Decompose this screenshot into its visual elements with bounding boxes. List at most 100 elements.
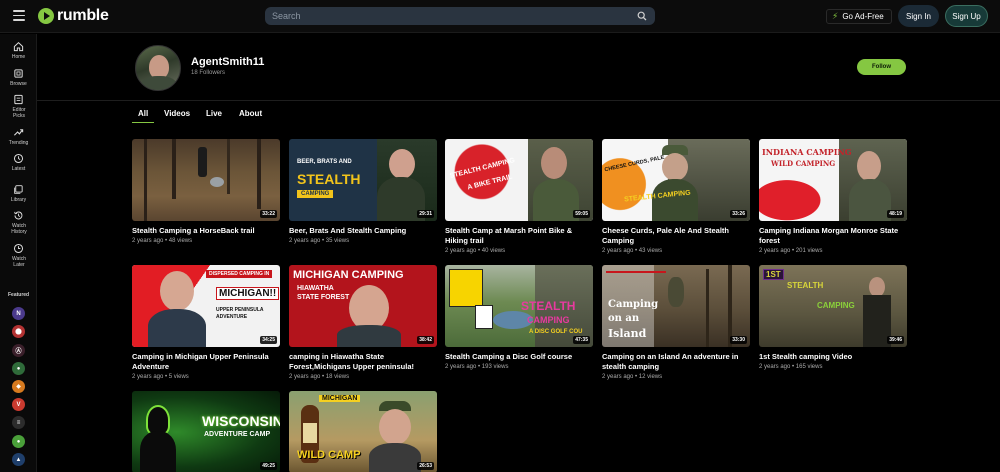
active-tab-indicator <box>132 122 154 123</box>
video-title[interactable]: Camping Indiana Morgan Monroe State fores… <box>759 226 907 246</box>
tab-videos[interactable]: Videos <box>164 109 190 118</box>
sidebar-item-watch-history[interactable]: Watch History <box>0 210 37 235</box>
video-title[interactable]: Cheese Curds, Pale Ale And Stealth Campin… <box>602 226 750 246</box>
tab-all[interactable]: All <box>138 109 148 118</box>
video-card[interactable]: MICHIGAN WILD CAMP 26:53 <box>289 391 437 472</box>
search-icon[interactable] <box>633 7 651 25</box>
featured-channel-avatar[interactable]: ● <box>12 435 25 448</box>
video-thumbnail[interactable]: Camping on an Island 33:30 <box>602 265 750 347</box>
sidebar-item-library[interactable]: Library <box>0 184 37 203</box>
search-bar <box>265 7 655 25</box>
video-title[interactable]: camping in Hiawatha State Forest,Michigan… <box>289 352 437 372</box>
video-thumbnail[interactable]: MICHIGAN CAMPING HIAWATHA STATE FOREST 3… <box>289 265 437 347</box>
video-thumbnail[interactable]: CHEESE CURDS, PALE STEALTH CAMPING 33:26 <box>602 139 750 221</box>
video-duration: 49:25 <box>260 462 277 470</box>
video-title[interactable]: Camping on an Island An adventure in stea… <box>602 352 750 372</box>
video-card[interactable]: STEALTH CAMPING A DISC GOLF COU 47:35 St… <box>445 265 593 372</box>
editor-picks-icon <box>14 94 23 105</box>
video-duration: 26:53 <box>417 462 434 470</box>
video-meta: 2 years ago • 201 views <box>759 248 823 254</box>
sidebar-item-editor-picks[interactable]: Editor Picks <box>0 94 37 119</box>
video-card[interactable]: WISCONSIN ADVENTURE CAMP 49:25 <box>132 391 280 472</box>
search-input[interactable] <box>265 11 633 21</box>
video-meta: 2 years ago • 165 views <box>759 364 823 370</box>
home-icon <box>13 41 24 52</box>
featured-channel-avatar[interactable]: V <box>12 398 25 411</box>
go-ad-free-label: Go Ad-Free <box>842 12 884 21</box>
history-icon <box>14 211 23 220</box>
featured-channel-avatar[interactable]: ◆ <box>12 380 25 393</box>
go-ad-free-button[interactable]: ⚡ Go Ad-Free <box>826 9 892 24</box>
video-title[interactable]: Stealth Camping a Disc Golf course <box>445 352 593 362</box>
video-thumbnail[interactable]: 33:22 <box>132 139 280 221</box>
logo-text: rumble <box>57 7 109 24</box>
video-duration: 33:22 <box>260 210 277 218</box>
video-meta: 2 years ago • 40 views <box>445 248 506 254</box>
clock-icon <box>13 153 24 164</box>
sign-in-button[interactable]: Sign In <box>898 5 939 27</box>
video-thumbnail[interactable]: DISPERSED CAMPING IN MICHIGAN!! UPPER PE… <box>132 265 280 347</box>
video-card[interactable]: BEER, BRATS AND STEALTH CAMPING 29:31 Be… <box>289 139 437 246</box>
sidebar-item-browse[interactable]: Browse <box>0 68 37 87</box>
header-divider <box>37 100 1000 101</box>
rumble-logo[interactable]: rumble <box>38 7 109 25</box>
video-meta: 2 years ago • 12 views <box>602 374 663 380</box>
sidebar: Home Browse Editor Picks Trending Latest… <box>0 34 37 472</box>
video-duration: 33:26 <box>730 210 747 218</box>
sidebar-item-watch-later[interactable]: Watch Later <box>0 243 37 268</box>
video-thumbnail[interactable]: 1ST STEALTH CAMPING 39:46 <box>759 265 907 347</box>
watch-later-icon <box>13 243 24 254</box>
video-thumbnail[interactable]: STEALTH CAMPING A BIKE TRAIL 59:05 <box>445 139 593 221</box>
channel-name: AgentSmith11 <box>191 56 265 68</box>
video-title[interactable]: 1st Stealth camping Video <box>759 352 907 362</box>
video-card[interactable]: CHEESE CURDS, PALE STEALTH CAMPING 33:26… <box>602 139 750 256</box>
top-header: rumble ⚡ Go Ad-Free Sign In Sign Up <box>0 0 1000 33</box>
bolt-icon: ⚡ <box>832 11 839 21</box>
featured-channel-avatar[interactable]: ▲ <box>12 453 25 466</box>
video-card[interactable]: STEALTH CAMPING A BIKE TRAIL 59:05 Steal… <box>445 139 593 256</box>
video-duration: 47:35 <box>573 336 590 344</box>
video-card[interactable]: Camping on an Island 33:30 Camping on an… <box>602 265 750 382</box>
video-card[interactable]: MICHIGAN CAMPING HIAWATHA STATE FOREST 3… <box>289 265 437 382</box>
video-thumbnail[interactable]: INDIANA CAMPING WILD CAMPING 48:19 <box>759 139 907 221</box>
video-duration: 33:30 <box>730 336 747 344</box>
featured-channel-avatar[interactable]: ≡ <box>12 416 25 429</box>
video-title[interactable]: Stealth Camp at Marsh Point Bike & Hiking… <box>445 226 593 246</box>
video-meta: 2 years ago • 18 views <box>289 374 350 380</box>
video-title[interactable]: Beer, Brats And Stealth Camping <box>289 226 437 236</box>
video-duration: 38:42 <box>417 336 434 344</box>
video-card[interactable]: DISPERSED CAMPING IN MICHIGAN!! UPPER PE… <box>132 265 280 382</box>
video-title[interactable]: Camping in Michigan Upper Peninsula Adven… <box>132 352 280 372</box>
video-title[interactable]: Stealth Camping a HorseBack trail <box>132 226 280 236</box>
video-meta: 2 years ago • 5 views <box>132 374 189 380</box>
video-card[interactable]: INDIANA CAMPING WILD CAMPING 48:19 Campi… <box>759 139 907 256</box>
sign-up-button[interactable]: Sign Up <box>945 5 988 27</box>
follow-button[interactable]: Follow <box>857 59 906 75</box>
video-duration: 34:25 <box>260 336 277 344</box>
video-meta: 2 years ago • 43 views <box>602 248 663 254</box>
video-meta: 2 years ago • 193 views <box>445 364 509 370</box>
sidebar-item-home[interactable]: Home <box>0 41 37 60</box>
video-duration: 59:05 <box>573 210 590 218</box>
video-thumbnail[interactable]: STEALTH CAMPING A DISC GOLF COU 47:35 <box>445 265 593 347</box>
video-thumbnail[interactable]: MICHIGAN WILD CAMP 26:53 <box>289 391 437 472</box>
video-meta: 2 years ago • 35 views <box>289 238 350 244</box>
sidebar-item-latest[interactable]: Latest <box>0 153 37 172</box>
video-duration: 29:31 <box>417 210 434 218</box>
video-thumbnail[interactable]: BEER, BRATS AND STEALTH CAMPING 29:31 <box>289 139 437 221</box>
featured-heading: Featured <box>8 292 30 298</box>
video-thumbnail[interactable]: WISCONSIN ADVENTURE CAMP 49:25 <box>132 391 280 472</box>
featured-channel-avatar[interactable]: ⬤ <box>12 325 25 338</box>
channel-avatar[interactable] <box>135 45 181 91</box>
featured-channel-avatar[interactable]: ● <box>12 362 25 375</box>
menu-icon[interactable] <box>13 10 25 21</box>
video-duration: 39:46 <box>887 336 904 344</box>
sidebar-item-trending[interactable]: Trending <box>0 127 37 146</box>
featured-channel-avatar[interactable]: N <box>12 307 25 320</box>
featured-channel-avatar[interactable]: Ⓐ <box>12 344 25 357</box>
rumble-logo-icon <box>38 8 54 24</box>
video-card[interactable]: 33:22 Stealth Camping a HorseBack trail … <box>132 139 280 246</box>
tab-live[interactable]: Live <box>206 109 222 118</box>
video-card[interactable]: 1ST STEALTH CAMPING 39:46 1st Stealth ca… <box>759 265 907 372</box>
tab-about[interactable]: About <box>239 109 262 118</box>
